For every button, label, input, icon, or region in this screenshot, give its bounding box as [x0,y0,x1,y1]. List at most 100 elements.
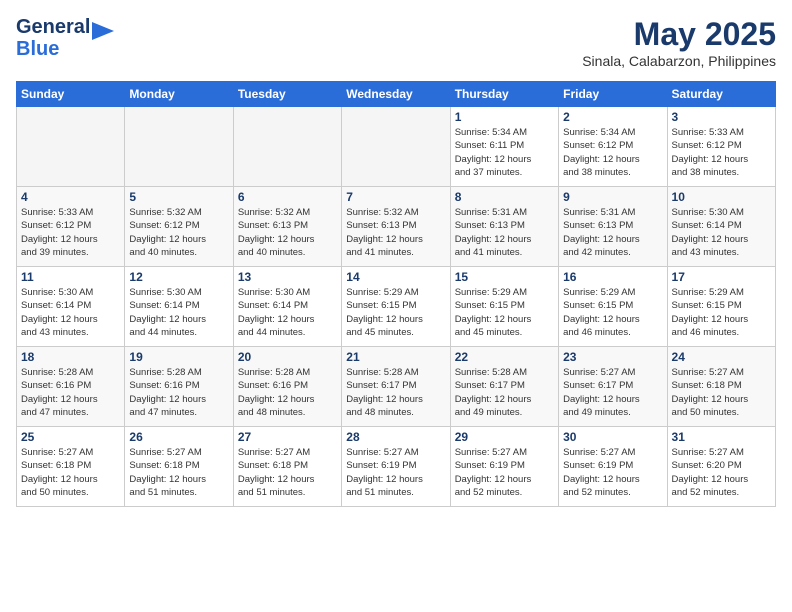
calendar-cell: 12Sunrise: 5:30 AM Sunset: 6:14 PM Dayli… [125,267,233,347]
day-info: Sunrise: 5:29 AM Sunset: 6:15 PM Dayligh… [672,286,771,339]
calendar-cell [125,107,233,187]
logo-general: General [16,16,90,38]
calendar-cell: 13 Sunrise: 5:30 AM Sunset: 6:14 PM Dayli… [233,267,341,347]
calendar-cell: 29 Sunrise: 5:27 AM Sunset: 6:19 PM Dayli… [450,427,558,507]
calendar-table: SundayMondayTuesdayWednesdayThursdayFrid… [16,81,776,507]
location-subtitle: Sinala, Calabarzon, Philippines [582,53,776,69]
calendar-cell: 5 Sunrise: 5:32 AM Sunset: 6:12 PM Daylig… [125,187,233,267]
calendar-cell: 18 Sunrise: 5:28 AM Sunset: 6:16 PM Dayli… [17,347,125,427]
day-number: 10 [672,190,771,204]
calendar-cell: 25 Sunrise: 5:27 AM Sunset: 6:18 PM Dayli… [17,427,125,507]
calendar-cell: 30 Sunrise: 5:27 AM Sunset: 6:19 PM Dayli… [559,427,667,507]
calendar-cell: 19 Sunrise: 5:28 AM Sunset: 6:16 PM Dayli… [125,347,233,427]
day-number: 22 [455,350,554,364]
calendar-cell: 10 Sunrise: 5:30 AM Sunset: 6:14 PM Dayli… [667,187,775,267]
day-info: Sunrise: 5:27 AM Sunset: 6:18 PM Dayligh… [21,446,120,499]
day-info: Sunrise: 5:27 AM Sunset: 6:18 PM Dayligh… [129,446,228,499]
day-info: Sunrise: 5:28 AM Sunset: 6:16 PM Dayligh… [129,366,228,419]
month-title: May 2025 [582,16,776,53]
day-number: 13 [238,270,337,284]
week-row-5: 25 Sunrise: 5:27 AM Sunset: 6:18 PM Dayli… [17,427,776,507]
day-info: Sunrise: 5:28 AM Sunset: 6:16 PM Dayligh… [238,366,337,419]
day-number: 9 [563,190,662,204]
day-number: 6 [238,190,337,204]
day-info: Sunrise: 5:28 AM Sunset: 6:16 PM Dayligh… [21,366,120,419]
day-number: 5 [129,190,228,204]
day-info: Sunrise: 5:31 AM Sunset: 6:13 PM Dayligh… [563,206,662,259]
day-info: Sunrise: 5:33 AM Sunset: 6:12 PM Dayligh… [672,126,771,179]
day-header-tuesday: Tuesday [233,82,341,107]
day-number: 15 [455,270,554,284]
day-info: Sunrise: 5:34 AM Sunset: 6:11 PM Dayligh… [455,126,554,179]
day-number: 21 [346,350,445,364]
day-info: Sunrise: 5:31 AM Sunset: 6:13 PM Dayligh… [455,206,554,259]
day-info: Sunrise: 5:27 AM Sunset: 6:18 PM Dayligh… [672,366,771,419]
day-info: Sunrise: 5:28 AM Sunset: 6:17 PM Dayligh… [455,366,554,419]
day-number: 14 [346,270,445,284]
day-number: 1 [455,110,554,124]
logo-arrow-icon [92,22,114,45]
day-number: 25 [21,430,120,444]
day-header-monday: Monday [125,82,233,107]
day-number: 18 [21,350,120,364]
calendar-cell: 4 Sunrise: 5:33 AM Sunset: 6:12 PM Daylig… [17,187,125,267]
day-number: 30 [563,430,662,444]
day-info: Sunrise: 5:27 AM Sunset: 6:19 PM Dayligh… [346,446,445,499]
title-area: May 2025 Sinala, Calabarzon, Philippines [582,16,776,69]
calendar-cell: 21 Sunrise: 5:28 AM Sunset: 6:17 PM Dayli… [342,347,450,427]
logo: General Blue [16,16,114,60]
calendar-cell: 8 Sunrise: 5:31 AM Sunset: 6:13 PM Daylig… [450,187,558,267]
calendar-cell [17,107,125,187]
calendar-cell: 15 Sunrise: 5:29 AM Sunset: 6:15 PM Dayli… [450,267,558,347]
day-number: 20 [238,350,337,364]
calendar-cell: 31 Sunrise: 5:27 AM Sunset: 6:20 PM Dayli… [667,427,775,507]
day-info: Sunrise: 5:27 AM Sunset: 6:19 PM Dayligh… [455,446,554,499]
day-info: Sunrise: 5:30 AM Sunset: 6:14 PM Dayligh… [238,286,337,339]
day-header-thursday: Thursday [450,82,558,107]
day-info: Sunrise: 5:27 AM Sunset: 6:18 PM Dayligh… [238,446,337,499]
calendar-cell: 1 Sunrise: 5:34 AM Sunset: 6:11 PM Daylig… [450,107,558,187]
day-number: 17 [672,270,771,284]
day-number: 23 [563,350,662,364]
calendar-cell: 26 Sunrise: 5:27 AM Sunset: 6:18 PM Dayli… [125,427,233,507]
day-info: Sunrise: 5:32 AM Sunset: 6:13 PM Dayligh… [346,206,445,259]
calendar-cell: 28 Sunrise: 5:27 AM Sunset: 6:19 PM Dayli… [342,427,450,507]
calendar-cell: 17 Sunrise: 5:29 AM Sunset: 6:15 PM Dayli… [667,267,775,347]
calendar-cell: 6Sunrise: 5:32 AM Sunset: 6:13 PM Daylig… [233,187,341,267]
day-info: Sunrise: 5:33 AM Sunset: 6:12 PM Dayligh… [21,206,120,259]
day-info: Sunrise: 5:27 AM Sunset: 6:17 PM Dayligh… [563,366,662,419]
day-header-sunday: Sunday [17,82,125,107]
day-info: Sunrise: 5:29 AM Sunset: 6:15 PM Dayligh… [346,286,445,339]
day-number: 2 [563,110,662,124]
day-info: Sunrise: 5:27 AM Sunset: 6:20 PM Dayligh… [672,446,771,499]
day-header-wednesday: Wednesday [342,82,450,107]
day-number: 19 [129,350,228,364]
day-info: Sunrise: 5:28 AM Sunset: 6:17 PM Dayligh… [346,366,445,419]
day-info: Sunrise: 5:30 AM Sunset: 6:14 PM Dayligh… [21,286,120,339]
days-header-row: SundayMondayTuesdayWednesdayThursdayFrid… [17,82,776,107]
day-number: 28 [346,430,445,444]
day-number: 8 [455,190,554,204]
header: General Blue May 2025 Sinala, Calabarzon… [16,16,776,69]
day-number: 26 [129,430,228,444]
day-header-saturday: Saturday [667,82,775,107]
calendar-cell: 11 Sunrise: 5:30 AM Sunset: 6:14 PM Dayli… [17,267,125,347]
day-number: 16 [563,270,662,284]
day-info: Sunrise: 5:32 AM Sunset: 6:12 PM Dayligh… [129,206,228,259]
calendar-cell: 16 Sunrise: 5:29 AM Sunset: 6:15 PM Dayli… [559,267,667,347]
calendar-cell: 23 Sunrise: 5:27 AM Sunset: 6:17 PM Dayli… [559,347,667,427]
day-info: Sunrise: 5:30 AM Sunset: 6:14 PM Dayligh… [672,206,771,259]
week-row-3: 11 Sunrise: 5:30 AM Sunset: 6:14 PM Dayli… [17,267,776,347]
calendar-cell: 20 Sunrise: 5:28 AM Sunset: 6:16 PM Dayli… [233,347,341,427]
day-info: Sunrise: 5:29 AM Sunset: 6:15 PM Dayligh… [563,286,662,339]
day-info: Sunrise: 5:29 AM Sunset: 6:15 PM Dayligh… [455,286,554,339]
day-number: 11 [21,270,120,284]
logo-blue: Blue [16,38,90,60]
day-info: Sunrise: 5:27 AM Sunset: 6:19 PM Dayligh… [563,446,662,499]
day-number: 29 [455,430,554,444]
calendar-cell: 22 Sunrise: 5:28 AM Sunset: 6:17 PM Dayli… [450,347,558,427]
day-number: 31 [672,430,771,444]
day-number: 4 [21,190,120,204]
day-number: 12 [129,270,228,284]
week-row-2: 4 Sunrise: 5:33 AM Sunset: 6:12 PM Daylig… [17,187,776,267]
